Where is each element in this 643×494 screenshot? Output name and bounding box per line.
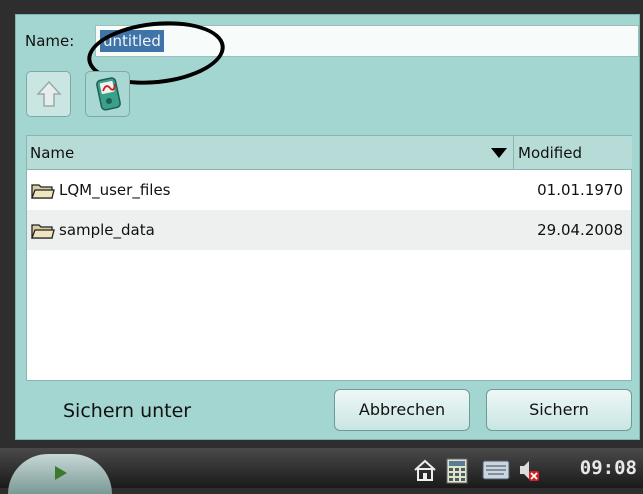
- file-modified: 29.04.2008: [537, 221, 623, 239]
- dialog-title: Sichern unter: [63, 400, 192, 422]
- file-row[interactable]: sample_data 29.04.2008: [27, 210, 631, 250]
- save-dialog: Name: untitled Name Modified LQM_user_fi…: [15, 14, 640, 440]
- keyboard-icon[interactable]: [482, 458, 510, 482]
- folder-icon: [31, 224, 55, 239]
- name-input-value[interactable]: untitled: [100, 30, 164, 52]
- home-icon[interactable]: [412, 458, 438, 482]
- device-icon: [95, 77, 121, 111]
- taskbar: 09:08: [0, 448, 643, 494]
- play-icon: [55, 466, 67, 480]
- sort-down-icon[interactable]: [491, 148, 507, 158]
- arrow-up-icon: [35, 80, 62, 107]
- file-modified: 01.01.1970: [537, 181, 623, 199]
- name-row: Name: untitled: [16, 14, 639, 92]
- parent-folder-button[interactable]: [26, 71, 71, 117]
- file-row[interactable]: LQM_user_files 01.01.1970: [27, 170, 631, 210]
- file-list: Name Modified LQM_user_files 01.01.1970 …: [26, 135, 632, 381]
- clock[interactable]: 09:08: [580, 457, 637, 479]
- file-name: sample_data: [59, 221, 155, 239]
- name-input[interactable]: untitled: [95, 25, 639, 57]
- column-header-modified[interactable]: Modified: [514, 136, 632, 170]
- column-name-label: Name: [30, 144, 75, 162]
- column-header-name[interactable]: Name: [27, 136, 514, 170]
- column-modified-label: Modified: [518, 144, 583, 162]
- volume-muted-icon[interactable]: [518, 458, 540, 484]
- save-button[interactable]: Sichern: [486, 389, 632, 431]
- calculator-icon[interactable]: [446, 458, 468, 484]
- start-button[interactable]: [8, 454, 112, 494]
- folder-icon: [31, 184, 55, 199]
- cancel-button[interactable]: Abbrechen: [334, 389, 470, 431]
- device-location-button[interactable]: [85, 71, 130, 117]
- name-label: Name:: [25, 32, 75, 50]
- file-name: LQM_user_files: [59, 181, 171, 199]
